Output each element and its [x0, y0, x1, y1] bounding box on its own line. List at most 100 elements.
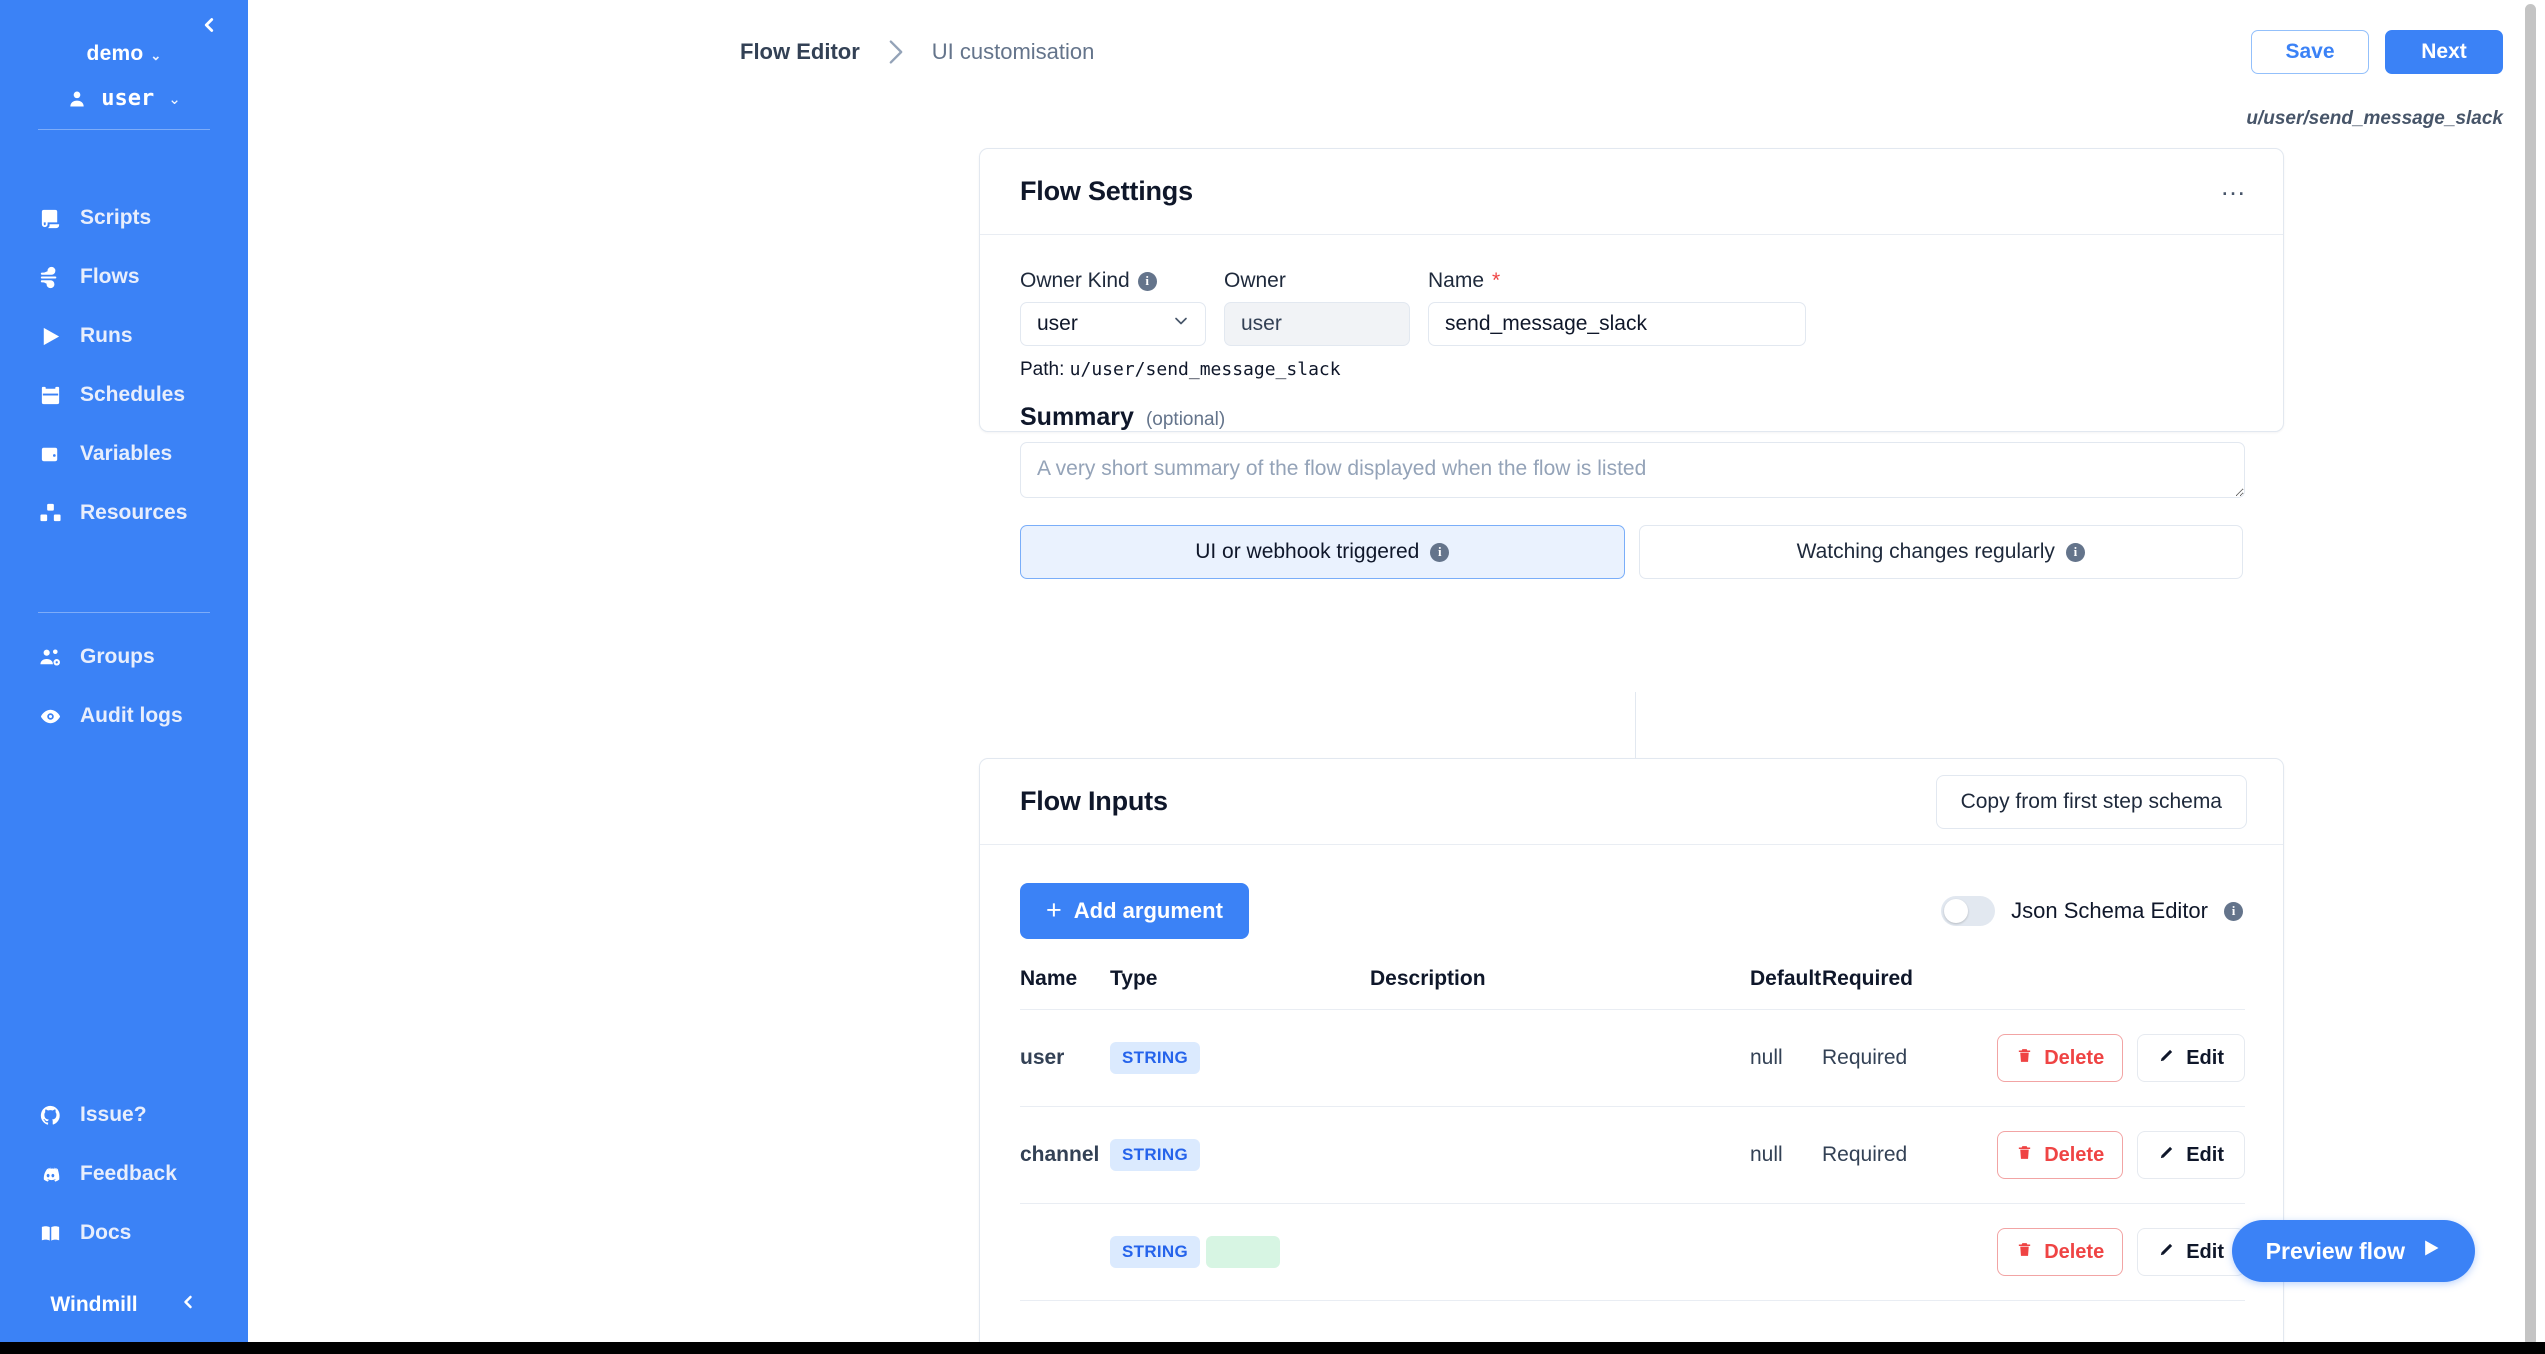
table-row: user STRING null Required Delete Edit	[1020, 1009, 2245, 1107]
sidebar-item-label: Issue?	[80, 1103, 147, 1126]
row-default	[1750, 1203, 1822, 1301]
workspace-selector[interactable]: demo ⌄	[0, 42, 248, 66]
owner-kind-value: user	[1037, 312, 1078, 335]
cubes-icon	[38, 501, 62, 525]
delete-label: Delete	[2044, 1143, 2105, 1166]
path-hint-value: u/user/send_message_slack	[1069, 359, 1341, 380]
chevron-left-icon[interactable]	[178, 1292, 198, 1318]
sidebar-item-flows[interactable]: Flows	[0, 255, 248, 299]
summary-label: Summary	[1020, 403, 1134, 431]
row-required	[1822, 1203, 1962, 1301]
trigger-tab-label: Watching changes regularly	[1796, 540, 2055, 563]
sidebar-item-runs[interactable]: Runs	[0, 314, 248, 358]
sidebar-item-docs[interactable]: Docs	[0, 1211, 248, 1255]
row-type-cell: STRING	[1110, 1203, 1370, 1301]
sidebar-item-issue[interactable]: Issue?	[0, 1093, 248, 1137]
flow-inputs-toolbar: + Add argument Json Schema Editor i	[1020, 883, 2243, 939]
sidebar-item-feedback[interactable]: Feedback	[0, 1152, 248, 1196]
delete-label: Delete	[2044, 1046, 2105, 1069]
flow-settings-title: Flow Settings	[1020, 176, 1193, 206]
row-name	[1020, 1203, 1110, 1301]
required-asterisk: *	[1492, 269, 1501, 292]
table-row: STRING Delete Edit	[1020, 1203, 2245, 1301]
column-header-default: Default	[1750, 967, 1822, 1010]
edit-button[interactable]: Edit	[2137, 1228, 2245, 1276]
sidebar-item-label: Variables	[80, 442, 173, 465]
info-icon[interactable]: i	[2065, 542, 2085, 562]
table-header-row: Name Type Description Default Required	[1020, 967, 2245, 1010]
breadcrumb-parent[interactable]: Flow Editor	[740, 39, 860, 65]
owner-name-row: Owner Kind i user Owner user Name * send…	[1020, 269, 2243, 346]
edit-button[interactable]: Edit	[2137, 1131, 2245, 1179]
sidebar-item-scripts[interactable]: Scripts	[0, 196, 248, 240]
preview-flow-button[interactable]: Preview flow	[2231, 1220, 2475, 1282]
sidebar-item-variables[interactable]: Variables	[0, 432, 248, 476]
plus-icon: +	[1046, 894, 1062, 925]
trash-icon	[2016, 1143, 2033, 1168]
brand-footer[interactable]: Windmill	[0, 1270, 248, 1344]
trigger-tab-ui-webhook[interactable]: UI or webhook triggered i	[1020, 525, 1625, 579]
user-menu[interactable]: user ⌄	[0, 86, 248, 111]
main-content: Flow Editor UI customisation Save Next u…	[248, 0, 2545, 1354]
flow-inputs-body: + Add argument Json Schema Editor i Name…	[980, 845, 2283, 1301]
sidebar-collapse-button[interactable]	[192, 10, 226, 44]
breadcrumb-current[interactable]: UI customisation	[932, 39, 1095, 65]
sidebar-item-label: Schedules	[80, 383, 186, 406]
users-gear-icon	[38, 645, 62, 669]
edit-label: Edit	[2186, 1240, 2224, 1263]
owner-label-row: Owner	[1224, 269, 1410, 293]
chevron-down-icon	[1171, 311, 1191, 337]
github-icon	[38, 1103, 62, 1127]
more-options-button[interactable]: …	[2220, 173, 2247, 199]
info-icon[interactable]: i	[1430, 542, 1450, 562]
user-name: user	[101, 86, 155, 111]
preview-flow-label: Preview flow	[2265, 1237, 2405, 1264]
json-schema-editor-toggle[interactable]	[1941, 896, 1996, 926]
type-badge: STRING	[1110, 1139, 1201, 1171]
trigger-tab-label: UI or webhook triggered	[1195, 540, 1420, 563]
copy-from-first-step-schema-button[interactable]: Copy from first step schema	[1935, 774, 2247, 829]
save-button[interactable]: Save	[2251, 30, 2369, 74]
row-name: user	[1020, 1009, 1110, 1107]
delete-label: Delete	[2044, 1240, 2105, 1263]
name-input[interactable]: send_message_slack	[1428, 302, 1806, 346]
table-row: channel STRING null Required Delete Edit	[1020, 1106, 2245, 1204]
panel-divider	[1635, 692, 1636, 762]
sidebar-item-resources[interactable]: Resources	[0, 491, 248, 535]
row-default: null	[1750, 1009, 1822, 1107]
sidebar-item-groups[interactable]: Groups	[0, 635, 248, 679]
owner-kind-select[interactable]: user	[1020, 302, 1206, 346]
owner-label: Owner	[1224, 269, 1286, 292]
discord-icon	[38, 1162, 62, 1186]
summary-optional-hint: (optional)	[1145, 409, 1226, 430]
table-header: Name Type Description Default Required	[1020, 967, 2245, 1010]
chevron-down-icon: ⌄	[168, 90, 181, 108]
row-type-cell: STRING	[1110, 1106, 1370, 1204]
next-button[interactable]: Next	[2385, 30, 2503, 74]
sidebar-item-audit-logs[interactable]: Audit logs	[0, 694, 248, 738]
edit-label: Edit	[2186, 1046, 2224, 1069]
trash-icon	[2016, 1046, 2033, 1071]
edit-button[interactable]: Edit	[2137, 1034, 2245, 1082]
trigger-tab-watching-changes[interactable]: Watching changes regularly i	[1638, 525, 2243, 579]
play-icon	[2421, 1238, 2441, 1264]
vertical-scrollbar[interactable]	[2525, 4, 2536, 1346]
flow-inputs-title: Flow Inputs	[1020, 786, 1168, 816]
book-icon	[38, 1221, 62, 1245]
name-label-row: Name *	[1428, 269, 1806, 293]
row-description	[1370, 1106, 1750, 1204]
info-icon[interactable]: i	[1137, 271, 1157, 291]
name-value: send_message_slack	[1445, 312, 1647, 335]
info-icon[interactable]: i	[2224, 901, 2243, 921]
path-hint: Path: u/user/send_message_slack	[1020, 359, 2243, 381]
trash-icon	[2016, 1240, 2033, 1265]
sidebar-item-schedules[interactable]: Schedules	[0, 373, 248, 417]
wallet-icon	[38, 442, 62, 466]
add-argument-button[interactable]: + Add argument	[1020, 883, 1249, 939]
flow-inputs-header: Flow Inputs Copy from first step schema	[980, 759, 2283, 845]
delete-button[interactable]: Delete	[1997, 1228, 2124, 1276]
delete-button[interactable]: Delete	[1997, 1034, 2124, 1082]
edit-label: Edit	[2186, 1143, 2224, 1166]
delete-button[interactable]: Delete	[1997, 1131, 2124, 1179]
summary-textarea[interactable]	[1020, 442, 2245, 498]
